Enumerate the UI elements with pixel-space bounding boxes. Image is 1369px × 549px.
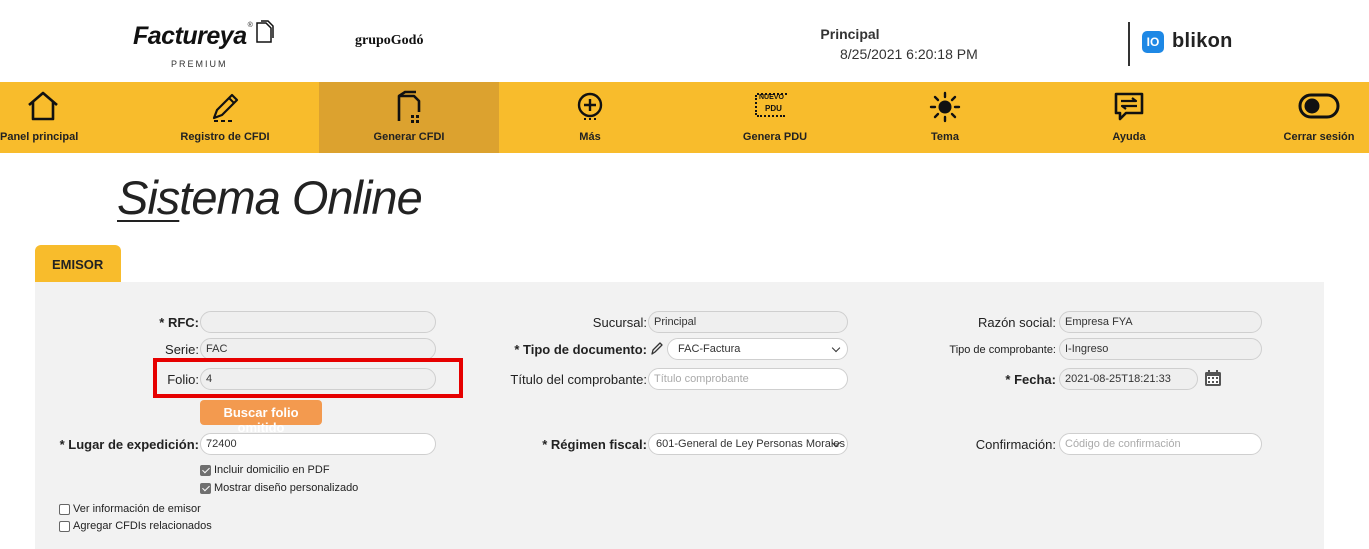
session-datetime: 8/25/2021 6:20:18 PM bbox=[840, 46, 978, 62]
nav-label: Cerrar sesión bbox=[1283, 131, 1355, 143]
nav-genera-pdu[interactable]: NUEVO PDU Genera PDU bbox=[715, 82, 835, 153]
tipo-comprobante-label: Tipo de comprobante: bbox=[949, 344, 1056, 356]
buscar-folio-omitido-button[interactable]: Buscar folio omitido bbox=[200, 400, 322, 435]
nav-mas[interactable]: Más bbox=[545, 82, 635, 153]
serie-label: Serie: bbox=[165, 342, 199, 357]
checkbox-empty-icon bbox=[59, 520, 70, 532]
toggle-icon bbox=[1298, 93, 1340, 119]
blikon-mark-icon: IO bbox=[1142, 30, 1164, 53]
tab-label: EMISOR bbox=[52, 257, 104, 272]
main-nav: Panel principal Registro de CFDI Generar… bbox=[0, 82, 1369, 153]
regimen-fiscal-select[interactable]: 601-General de Ley Personas Morales bbox=[648, 433, 848, 455]
confirmacion-input[interactable]: Código de confirmación bbox=[1059, 433, 1262, 455]
session-info: Principal 8/25/2021 6:20:18 PM bbox=[720, 26, 978, 62]
nav-label: Generar CFDI bbox=[373, 131, 445, 143]
pencil-icon bbox=[212, 93, 239, 122]
tipo-documento-label: * Tipo de documento: bbox=[514, 342, 647, 357]
brand-name: Factureya bbox=[133, 22, 247, 50]
checkbox-checked-icon bbox=[200, 482, 211, 494]
home-icon bbox=[28, 91, 58, 121]
titulo-comprobante-label: Título del comprobante: bbox=[510, 372, 647, 387]
serie-field[interactable]: FAC bbox=[200, 338, 436, 360]
blikon-logo: IO blikon bbox=[1142, 30, 1233, 53]
nav-registro-cfdi[interactable]: Registro de CFDI bbox=[160, 82, 290, 153]
plus-circle-icon bbox=[577, 92, 603, 120]
razon-social-label: Razón social: bbox=[977, 315, 1056, 330]
rfc-field[interactable] bbox=[200, 311, 436, 333]
confirmacion-label: Confirmación: bbox=[975, 437, 1056, 452]
ver-informacion-emisor-checkbox[interactable]: Ver información de emisor bbox=[59, 503, 201, 515]
nav-tema[interactable]: Tema bbox=[905, 82, 985, 153]
top-header: Factureya® PREMIUM grupoGodó Principal 8… bbox=[0, 0, 1369, 76]
page-title: Sistema Online bbox=[117, 171, 423, 224]
factureya-logo[interactable]: Factureya® PREMIUM bbox=[133, 20, 274, 69]
lugar-expedicion-field[interactable]: 72400 bbox=[200, 433, 436, 455]
tipo-comprobante-field[interactable]: I-Ingreso bbox=[1059, 338, 1262, 360]
brand-tier: PREMIUM bbox=[171, 59, 228, 69]
grupogodo-logo: grupoGodó bbox=[355, 33, 424, 48]
nav-ayuda[interactable]: Ayuda bbox=[1094, 82, 1164, 153]
rfc-label: * RFC: bbox=[159, 315, 199, 330]
calendar-icon[interactable] bbox=[1204, 369, 1222, 387]
tipo-documento-select[interactable]: FAC-Factura bbox=[667, 338, 848, 360]
nav-generar-cfdi[interactable]: Generar CFDI bbox=[319, 82, 499, 153]
incluir-domicilio-checkbox[interactable]: Incluir domicilio en PDF bbox=[200, 464, 330, 476]
agregar-cfdis-relacionados-checkbox[interactable]: Agregar CFDIs relacionados bbox=[59, 520, 212, 532]
titulo-comprobante-input[interactable]: Título comprobante bbox=[648, 368, 848, 390]
header-divider bbox=[1128, 22, 1130, 66]
nav-panel-principal[interactable]: Panel principal bbox=[0, 82, 100, 153]
sun-icon bbox=[929, 91, 961, 123]
nav-label: Ayuda bbox=[1112, 131, 1146, 143]
lugar-expedicion-label: * Lugar de expedición: bbox=[59, 437, 199, 452]
nav-label: Registro de CFDI bbox=[180, 131, 270, 143]
fecha-field[interactable]: 2021-08-25T18:21:33 bbox=[1059, 368, 1198, 390]
regimen-fiscal-label: * Régimen fiscal: bbox=[542, 437, 647, 452]
mostrar-diseno-checkbox[interactable]: Mostrar diseño personalizado bbox=[200, 482, 358, 494]
folio-highlight-box bbox=[153, 358, 463, 398]
razon-social-field[interactable]: Empresa FYA bbox=[1059, 311, 1262, 333]
sucursal-label: Sucursal: bbox=[592, 315, 647, 330]
pdu-icon: NUEVO PDU bbox=[755, 93, 795, 128]
sucursal-field[interactable]: Principal bbox=[648, 311, 848, 333]
document-icon bbox=[397, 90, 421, 123]
edit-pencil-icon[interactable] bbox=[650, 340, 664, 356]
fecha-label: * Fecha: bbox=[1005, 372, 1056, 387]
nav-cerrar-sesion[interactable]: Cerrar sesión bbox=[1269, 82, 1369, 153]
sucursal-name: Principal bbox=[820, 26, 880, 42]
nav-label: Panel principal bbox=[0, 131, 79, 143]
document-logo-icon bbox=[256, 20, 274, 43]
checkbox-empty-icon bbox=[59, 503, 70, 515]
blikon-word: blikon bbox=[1172, 30, 1233, 52]
nav-label: Genera PDU bbox=[742, 131, 808, 143]
checkbox-checked-icon bbox=[200, 464, 211, 476]
nav-label: Tema bbox=[931, 131, 959, 143]
tab-emisor[interactable]: EMISOR bbox=[35, 245, 121, 282]
chat-icon bbox=[1114, 92, 1144, 121]
nav-label: Más bbox=[579, 131, 601, 143]
